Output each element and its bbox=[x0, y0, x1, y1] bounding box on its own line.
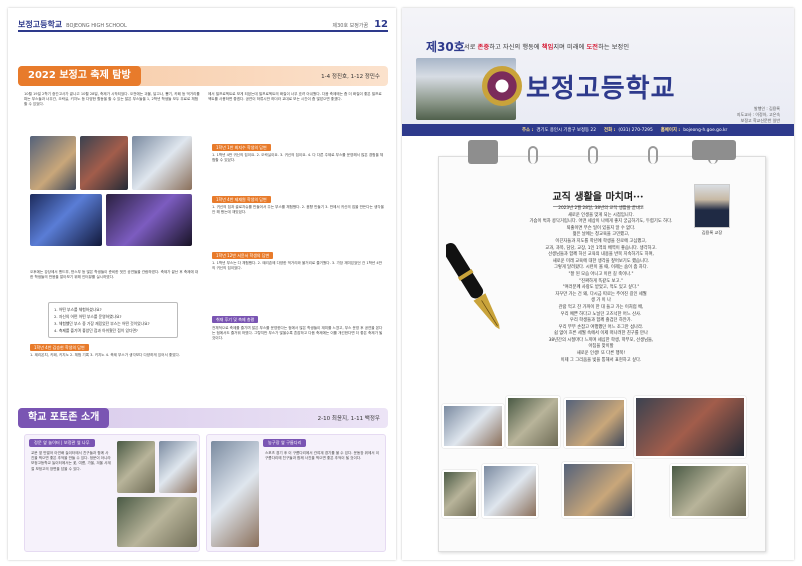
festival-photo bbox=[132, 136, 192, 190]
address-bar: 주소 : 경기도 용인시 기흥구 보정동 22 전화 : (031) 270-729… bbox=[402, 124, 794, 136]
gallery-photo bbox=[442, 404, 504, 448]
newspaper-spread: 보정고등학교 BOJEONG HIGH SCHOOL 제30호 보정가꿈 12 … bbox=[0, 0, 802, 566]
photozone-photo bbox=[159, 441, 197, 493]
answer-tag: 1학년 4반 제재원 학생의 답변 bbox=[212, 196, 271, 203]
review-text: 전체적으로 축제를 즐기며 많은 부스를 운영한다는 점에서 많은 학생들이 재… bbox=[212, 326, 383, 341]
slogan-keyword: 도전 bbox=[586, 44, 599, 51]
photozone-text: 교문 옆 반열어 아연배 놀이터에서 친구들과 함께 사진을 찍으면 좋은 추억… bbox=[31, 451, 111, 471]
letter-line: 새로운 인생! 또 다른 행복! bbox=[576, 351, 626, 357]
letter-line: "잘 된 모습 아니고 이런 길 축이나." bbox=[568, 271, 634, 277]
header-brand-en: BOJEONG HIGH SCHOOL bbox=[66, 23, 127, 29]
festival-photo bbox=[30, 194, 102, 246]
gallery-photo bbox=[564, 398, 626, 448]
question: 4. 축제를 즐기며 좋았던 점과 아쉬웠던 점이 있다면? bbox=[54, 328, 138, 333]
binder-clip-icon bbox=[692, 140, 736, 160]
letter-line: 우리 학생들과 함께 즐겁던 하얀가. bbox=[569, 318, 633, 324]
photozone-box: 농구장 옆 구름다리 스포츠 경기 후 이 구름다리에서 관여계 경기를 볼 수… bbox=[206, 434, 386, 552]
header-brand: 보정고등학교 bbox=[18, 20, 63, 29]
slogan-part: 지며 미래에 bbox=[553, 44, 587, 51]
school-emblem-icon bbox=[482, 66, 522, 106]
gallery-photo bbox=[506, 396, 560, 448]
tel-label: 전화 : bbox=[604, 128, 616, 133]
left-page-header: 보정고등학교 BOJEONG HIGH SCHOOL 제30호 보정가꿈 12 bbox=[18, 16, 388, 32]
principal-photo bbox=[694, 184, 730, 228]
gallery-photo bbox=[562, 462, 634, 518]
letter-line: 가슴이 벅차 콩닥거립니다. 어떤 세상이 나에게 좋지 궁금하기도, 두렵기도… bbox=[529, 219, 673, 225]
festival-section-byline: 1-4 정진호, 1-12 정민수 bbox=[321, 74, 380, 80]
fountain-pen-icon bbox=[446, 242, 500, 330]
address-label: 주소 : bbox=[522, 128, 534, 133]
issue-number: 제30호 bbox=[426, 40, 465, 54]
letter-line: 생 가 이 나 bbox=[591, 298, 611, 304]
festival-section-header: 2022 보정고 축제 탐방 1-4 정진호, 1-12 정민수 bbox=[18, 66, 388, 86]
site-value: bojeong-h.goe.go.kr bbox=[683, 127, 728, 133]
festival-intro: 10월 19일 2학기 중간고사가 끝나고 10월 28일, 축제가 시작되었다… bbox=[24, 92, 200, 107]
photozone-photo bbox=[117, 441, 155, 493]
photozone-box: 정문 옆 놀이터 | 보정관 옆 나무 교문 옆 반열어 아연배 놀이터에서 친… bbox=[24, 434, 200, 552]
letter-title: 교직 생활을 마치며··· bbox=[402, 188, 794, 207]
interview-questions: 1. 어떤 부스를 체험하셨나요? 2. 자신의 어떤 어떤 부스를 운영하였나… bbox=[48, 302, 178, 338]
address-value: 경기도 용인시 기흥구 보정동 22 bbox=[536, 128, 597, 133]
slogan-keyword: 책임 bbox=[541, 44, 554, 51]
letter-line: 관람 먹고 찬 가까이 한 대 들고 가는 이처럼 배, bbox=[558, 304, 644, 310]
school-slogan: 서로 존중하고 자신의 행동에 책임지며 미래에 도전하는 보정인 bbox=[464, 42, 629, 51]
letter-line: 2023년 2월 28일, 38년의 교직 생활을 끝내고 bbox=[558, 206, 644, 211]
festival-photo bbox=[30, 136, 76, 190]
photozone-section-header: 학교 포토존 소개 2-10 최윤지, 1-11 백정우 bbox=[18, 408, 388, 428]
photozone-section-title: 학교 포토존 소개 bbox=[18, 408, 110, 428]
photozone-tag: 농구장 옆 구름다리 bbox=[263, 439, 307, 447]
review-tag: 취재 후기 및 축제 총평 bbox=[212, 316, 259, 323]
answer-tag: 1학년 4반 김승현 학생의 답변 bbox=[30, 344, 89, 351]
photozone-photo bbox=[211, 441, 259, 547]
gallery-photo bbox=[442, 470, 478, 518]
letter-line: 쉼 없이 흐른 세월 속에서 이제 떠나려한 친구를 만나 bbox=[554, 331, 648, 337]
letter-line: 이끈자들과 지도를 학년에 학생을 진로에 고심했고, bbox=[555, 238, 647, 244]
question: 1. 어떤 부스를 체험하셨나요? bbox=[54, 307, 102, 312]
site-label: 홈페이지 : bbox=[660, 128, 681, 133]
gallery-photo bbox=[670, 464, 748, 518]
answer-text: 1. 1학년 4반 귀신의 집이요. 2. 오락실이요. 3. 귀신의 집이요.… bbox=[212, 153, 384, 163]
slogan-part: 서로 bbox=[464, 44, 478, 51]
gallery-photo bbox=[482, 464, 538, 518]
photozone-text: 스포츠 경기 후 이 구름다리에서 관여계 경기를 볼 수 있다. 운동장 위에… bbox=[265, 451, 380, 461]
answer-tag: 1학년 12반 서윤서 학생의 답변 bbox=[212, 252, 274, 259]
tel-value: (031) 270-7295 bbox=[618, 127, 653, 133]
photozone-tag: 정문 옆 놀이터 | 보정관 옆 나무 bbox=[29, 439, 95, 447]
letter-line: 젊은 날에는 청교육을 고민했고, bbox=[572, 232, 630, 238]
photozone-section-byline: 2-10 최윤지, 1-11 백정우 bbox=[317, 416, 380, 422]
letter-line: "여러분께 사랑도 받았고, 먹도 있고 싶다." bbox=[562, 285, 640, 291]
festival-photo bbox=[106, 194, 192, 246]
ring-icon bbox=[648, 146, 658, 164]
letter-line: 그렇게 달려왔다. 시련이 올 때, 이제는 숨이 좀 차다. bbox=[553, 265, 649, 271]
photozone-photo bbox=[117, 497, 197, 547]
header-issue: 제30호 보정가꿈 bbox=[332, 23, 369, 29]
page-number: 12 bbox=[374, 19, 388, 30]
left-page: 보정고등학교 BOJEONG HIGH SCHOOL 제30호 보정가꿈 12 … bbox=[8, 8, 396, 560]
principal-caption: 김용록 교장 bbox=[701, 230, 723, 235]
festival-column-right: 에서 빌프로젝트로 보게 되었는데 빌프로젝트의 화질이 너무 흐려 아쉬웠다.… bbox=[208, 92, 382, 102]
letter-body: 2023년 2월 28일, 38년의 교직 생활을 끝내고 새로운 인생을 맞게… bbox=[512, 206, 690, 364]
binder-clip-icon bbox=[468, 140, 498, 164]
question: 3. 체험했던 부스 중 가장 재밌었던 부스는 어떤 것이었나요? bbox=[54, 321, 150, 326]
letter-line: 선생님들과 함께 하신 교육의 내용을 반복 지속하기도 하며, bbox=[548, 252, 654, 258]
slogan-part: 하고 자신의 행동에 bbox=[489, 44, 542, 51]
answer-text: 1. 제리온치, 키페, 키지노 2. 체험 기록 3. 키지노 4. 축제 부… bbox=[30, 353, 180, 357]
ring-icon bbox=[588, 146, 598, 164]
festival-photo bbox=[80, 136, 128, 190]
festival-afternoon: 오후에는 강당에서 밴드부, 댄스부 등 많은 학생들이 준비한 멋진 공연들을… bbox=[30, 270, 199, 280]
slogan-keyword: 존중 bbox=[477, 44, 490, 51]
question: 2. 자신의 어떤 어떤 부스를 운영하였나요? bbox=[54, 314, 122, 319]
gallery-photo bbox=[634, 396, 746, 458]
publication-staff: 발행인 : 김용록 지도교사 : 이정아, 고은숙 보정고 학교신문반 일반 bbox=[737, 106, 780, 124]
answer-tag: 1학년 1반 최지수 학생의 답변 bbox=[212, 144, 271, 151]
ring-icon bbox=[528, 146, 538, 164]
answer-text: 1. 1학년 부스는 다 체험했다. 2. 얘리존에 다양한 먹거리와 볼거리로… bbox=[212, 261, 382, 271]
letter-line: 이제 그 그리움을 빛을 통해서 표현하고 싶다. bbox=[560, 357, 642, 363]
slogan-part: 하는 보정인 bbox=[598, 44, 630, 51]
festival-section-title: 2022 보정고 축제 탐방 bbox=[18, 66, 141, 86]
answer-text: 1. 귀신의 집과 골로자슈를 만들어서 주는 부스를 체험했다. 2. 음향 … bbox=[212, 205, 384, 215]
newspaper-title: 보정고등학교 bbox=[526, 74, 676, 104]
